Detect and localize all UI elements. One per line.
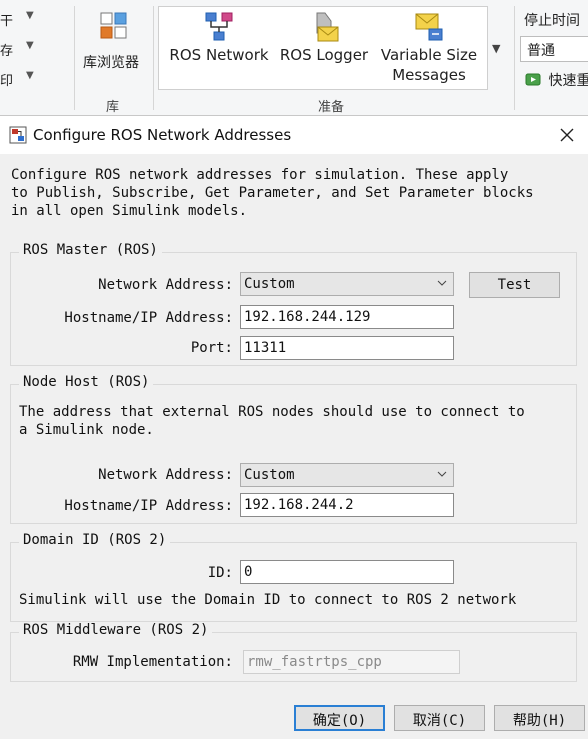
prepare-gallery: ROS Network ROS Logger Variable Size Mes…	[158, 6, 488, 90]
domain-id-panel: Domain ID (ROS 2) ID: 0 Simulink will us…	[10, 532, 577, 622]
ok-button[interactable]: 确定(O)	[294, 705, 385, 731]
configure-ros-network-dialog: Configure ROS Network Addresses Configur…	[0, 116, 588, 739]
ribbon-left-item-2-label: 存	[0, 44, 14, 59]
library-browser-button[interactable]: 库浏览器	[83, 52, 139, 72]
ros-master-panel: ROS Master (ROS) Network Address: Custom…	[10, 242, 577, 366]
ribbon-left-item-1[interactable]: 干 ▼	[0, 10, 34, 29]
domain-id-field[interactable]: 0	[240, 560, 454, 584]
library-browser-icon[interactable]	[100, 12, 128, 40]
ribbon-left-item-1-label: 干	[0, 14, 14, 29]
variable-size-messages-label: Variable Size Messages	[380, 46, 478, 84]
chevron-down-icon: ▼	[26, 70, 34, 81]
ribbon-separator	[514, 6, 515, 110]
ros-network-icon	[205, 12, 233, 41]
node-network-address-select[interactable]: Custom	[240, 463, 454, 487]
domain-id-label: ID:	[207, 565, 233, 581]
master-port-field[interactable]: 11311	[240, 336, 454, 360]
node-host-description: The address that external ROS nodes shou…	[19, 404, 525, 438]
prepare-group-label: 准备	[318, 100, 345, 115]
help-button[interactable]: 帮助(H)	[494, 705, 585, 731]
ros-middleware-title: ROS Middleware (ROS 2)	[19, 622, 213, 638]
quick-restart-label: 快速重	[548, 73, 588, 89]
variable-size-messages-icon	[415, 13, 443, 41]
ros-logger-button[interactable]: ROS Logger	[279, 7, 369, 91]
master-port-label: Port:	[190, 340, 233, 356]
quick-restart-button[interactable]: 快速重	[524, 70, 588, 90]
toolstrip-ribbon: 干 ▼ 存 ▼ 印 ▼ 库浏览器 库 ROS Network ROS Logge…	[0, 0, 588, 116]
domain-id-description: Simulink will use the Domain ID to conne…	[19, 592, 517, 608]
chevron-down-icon	[437, 280, 447, 286]
master-hostname-label: Hostname/IP Address:	[64, 310, 233, 326]
ros-logger-icon	[316, 12, 339, 42]
ros-network-label: ROS Network	[169, 46, 269, 64]
ros-middleware-panel: ROS Middleware (ROS 2) RMW Implementatio…	[10, 622, 577, 682]
rmw-implementation-label: RMW Implementation:	[72, 654, 233, 670]
ribbon-separator	[153, 6, 154, 110]
variable-size-messages-button[interactable]: Variable Size Messages	[374, 7, 484, 91]
simulation-mode-dropdown[interactable]: 普通	[520, 36, 588, 62]
node-hostname-field[interactable]: 192.168.244.2	[240, 493, 454, 517]
domain-id-title: Domain ID (ROS 2)	[19, 532, 171, 548]
ribbon-separator	[74, 6, 75, 110]
cancel-button[interactable]: 取消(C)	[394, 705, 485, 731]
stop-time-label: 停止时间	[524, 13, 580, 29]
ribbon-left-item-2[interactable]: 存 ▼	[0, 40, 34, 59]
ros-logger-label: ROS Logger	[279, 46, 369, 64]
gallery-expand-icon[interactable]: ▼	[492, 42, 500, 55]
ros-network-button[interactable]: ROS Network	[169, 7, 269, 91]
node-host-title: Node Host (ROS)	[19, 374, 154, 390]
simulink-app-icon	[9, 126, 27, 144]
rmw-implementation-field: rmw_fastrtps_cpp	[243, 650, 460, 674]
master-network-address-value: Custom	[244, 276, 295, 292]
chevron-down-icon	[437, 471, 447, 477]
node-hostname-label: Hostname/IP Address:	[64, 498, 233, 514]
master-network-address-label: Network Address:	[98, 277, 233, 293]
node-network-address-value: Custom	[244, 467, 295, 483]
chevron-down-icon: ▼	[26, 40, 34, 51]
close-icon[interactable]	[552, 120, 582, 150]
master-hostname-field[interactable]: 192.168.244.129	[240, 305, 454, 329]
master-network-address-select[interactable]: Custom	[240, 272, 454, 296]
library-group-label: 库	[106, 100, 120, 115]
ribbon-left-item-3[interactable]: 印 ▼	[0, 70, 34, 89]
dialog-title: Configure ROS Network Addresses	[33, 126, 292, 144]
intro-text: Configure ROS network addresses for simu…	[11, 167, 534, 219]
test-button[interactable]: Test	[469, 272, 560, 298]
quick-restart-icon	[525, 73, 541, 86]
dialog-titlebar[interactable]: Configure ROS Network Addresses	[0, 116, 588, 154]
ribbon-left-item-3-label: 印	[0, 74, 14, 89]
node-network-address-label: Network Address:	[98, 467, 233, 483]
chevron-down-icon: ▼	[26, 10, 34, 21]
node-host-panel: Node Host (ROS) The address that externa…	[10, 374, 577, 524]
ros-master-title: ROS Master (ROS)	[19, 242, 162, 258]
